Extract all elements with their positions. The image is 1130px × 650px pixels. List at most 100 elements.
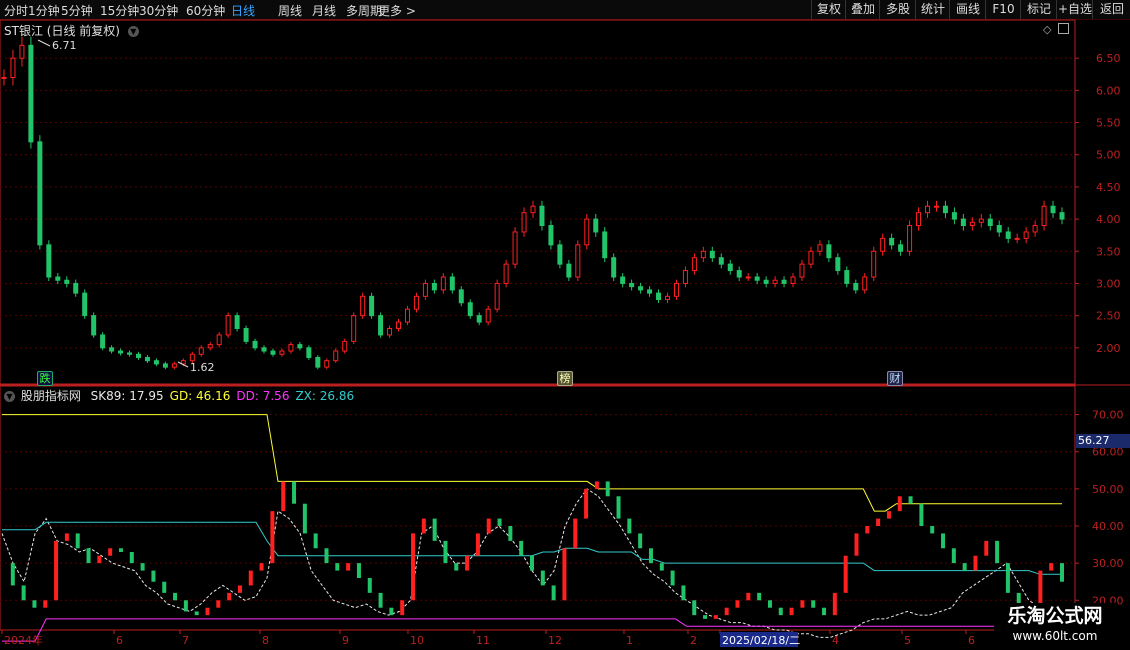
candle-body [82,292,88,317]
candle-body [512,231,518,265]
low-price-label: 1.62 [190,361,215,374]
candle-body [647,289,653,294]
candle-body [951,212,957,220]
candle-body [378,315,384,336]
candle-body [73,282,79,294]
diamond-icon[interactable]: ◇ [1043,23,1051,36]
candle-body [485,308,491,323]
x-tick-label: 6 [968,634,975,647]
candle-body [413,295,419,310]
candle-body [252,340,258,349]
main-panel-border [0,19,1076,385]
candle-body [342,340,348,352]
candle-body [960,218,966,227]
candle-body [916,212,922,227]
marker-fall[interactable]: 跌 [37,371,53,386]
chart-canvas[interactable]: 6.71 1.62 6.50 6.00 5.50 5.00 4.50 4.00 3.50 3.0… [0,0,1130,650]
x-tick-label: 10 [410,634,424,647]
candle-body [171,363,177,368]
candle-body [1005,231,1011,239]
candle-body [1032,225,1038,233]
price-tick-label: 6.50 [1096,52,1121,65]
candle-body [458,289,464,304]
watermark-name: 乐淘公式网 [1007,605,1103,627]
candle-body [243,328,249,342]
candle-body [324,360,330,368]
candle-body [835,257,841,272]
candle-body [1,76,7,79]
candle-body [91,315,97,336]
candle-body [638,286,644,291]
candle-body [55,276,61,281]
candle-body [754,276,760,281]
candle-body [387,328,393,336]
x-tick-label: 9 [342,634,349,647]
candle-body [404,308,410,323]
x-tick-label: 12 [548,634,562,647]
candle-body [871,250,877,278]
candle-body [521,212,527,233]
candle-body [602,231,608,259]
candle-body [772,279,778,284]
candle-body [369,295,375,317]
candle-body [557,244,563,265]
candle-body [46,244,52,278]
x-tick-label: 2 [690,634,697,647]
candle-body [889,237,895,246]
candle-body [987,218,993,227]
candle-body [431,282,437,291]
candle-body [691,257,697,272]
current-value-tag: 56.27 [1076,434,1130,448]
price-tick-label: 5.00 [1096,149,1121,162]
candle-body [539,205,545,227]
candle-body [153,360,159,365]
candle-body [996,225,1002,233]
candle-body [933,205,939,208]
candle-body [673,282,679,297]
marker-rank[interactable]: 榜 [557,371,573,386]
candle-body [880,237,886,252]
candle-body [1059,212,1065,220]
price-tick-label: 3.50 [1096,245,1121,258]
candle-body [216,334,222,346]
x-tick-label: 4 [832,634,839,647]
candle-body [1023,231,1029,239]
x-tick-label: 1 [626,634,633,647]
candle-body [28,44,34,143]
candle-body [37,141,43,246]
indicator-tick-label: 50.00 [1092,483,1124,496]
candle-body [297,344,303,349]
x-tick-label: 6 [116,634,123,647]
window-icon[interactable] [1058,23,1069,34]
candle-body [907,225,913,252]
watermark: 乐淘公式网 www.60lt.com [994,603,1116,648]
marker-finance[interactable]: 财 [887,371,903,386]
indicator-tick-label: 70.00 [1092,409,1124,422]
price-candles [1,36,1065,370]
candle-body [566,263,572,278]
candle-body [64,279,70,284]
candle-body [440,276,446,291]
candle-body [808,250,814,265]
candle-body [449,276,455,291]
price-tick-label: 5.50 [1096,117,1121,130]
x-tick-label: 11 [476,634,490,647]
candle-body [862,276,868,291]
indicator-panel-border [0,385,1076,631]
candle-body [942,205,948,214]
candle-body [422,282,428,297]
price-tick-label: 2.00 [1096,342,1121,355]
candle-body [315,356,321,368]
x-tick-label: 5 [904,634,911,647]
candle-body [288,344,294,352]
candle-body [763,279,769,284]
high-price-label: 6.71 [52,39,77,52]
candle-body [396,321,402,330]
price-tick-label: 2.50 [1096,310,1121,323]
candle-body [1014,237,1020,240]
x-tick-label: 2024年 [4,633,43,647]
candle-body [109,347,115,352]
candle-body [593,218,599,233]
candle-body [817,244,823,252]
candle-body [709,250,715,259]
